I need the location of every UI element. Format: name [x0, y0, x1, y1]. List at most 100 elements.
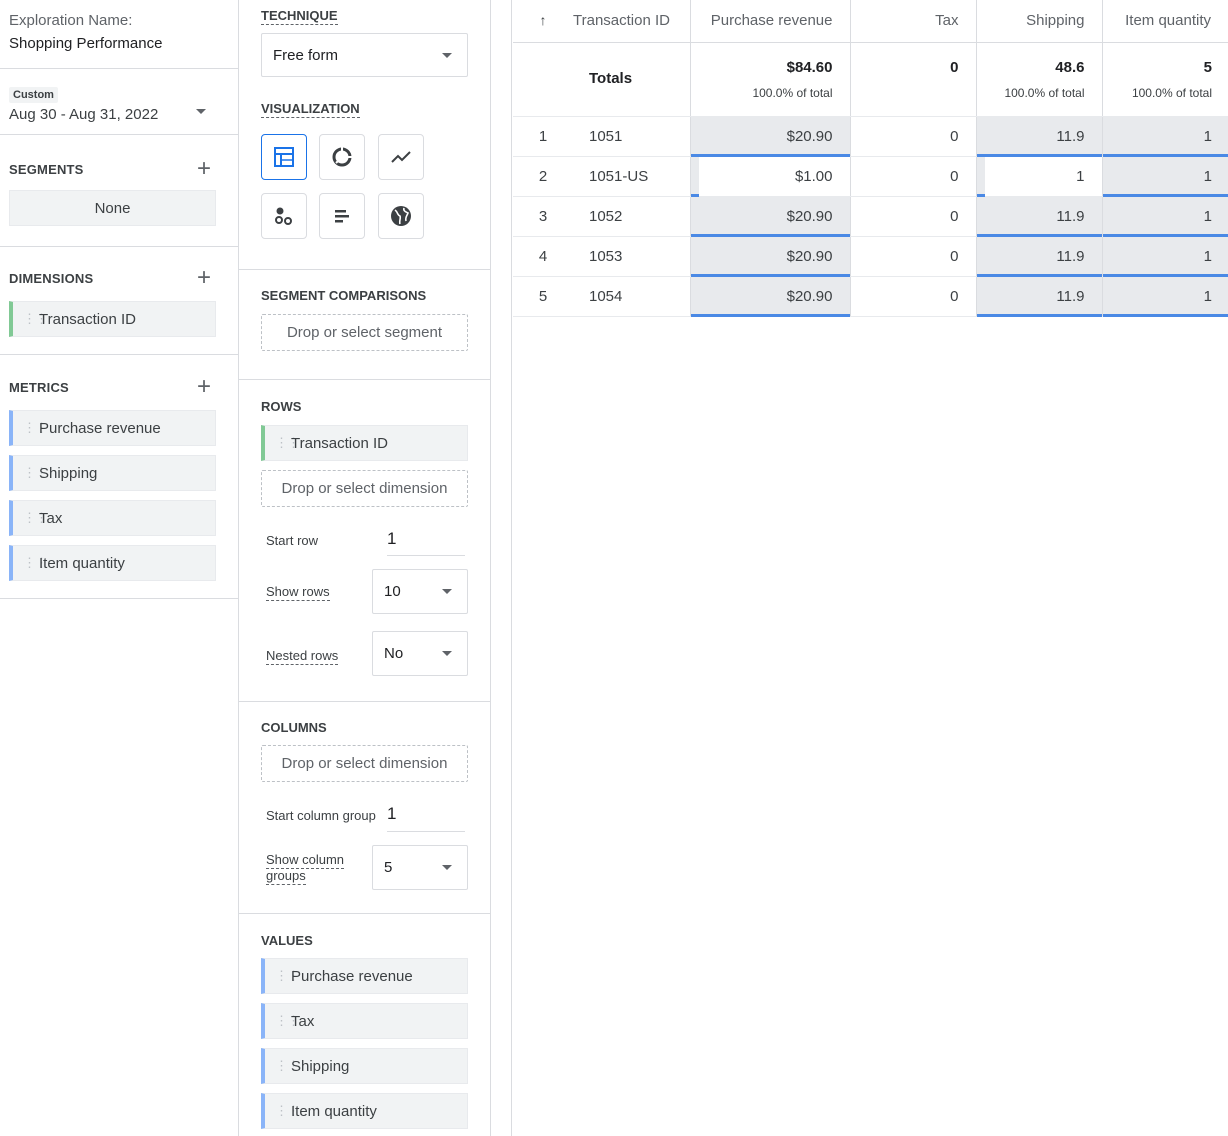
show-column-groups-select[interactable]: 5: [372, 845, 468, 890]
start-column-group-input[interactable]: 1: [387, 804, 465, 832]
drag-handle-icon[interactable]: ⋮⋮: [275, 436, 300, 449]
purchase-revenue-cell-text: $20.90: [786, 127, 833, 145]
divider: [239, 379, 490, 380]
date-range-picker[interactable]: Custom Aug 30 - Aug 31, 2022: [0, 69, 238, 135]
header-transaction-id[interactable]: Transaction ID: [573, 0, 690, 43]
value-chip-label: Item quantity: [291, 1102, 377, 1120]
chevron-down-icon[interactable]: [196, 109, 206, 114]
shipping-cell: 11.9: [975, 236, 1102, 277]
add-segment-icon[interactable]: +: [197, 157, 211, 181]
segment-drop-label: Drop or select segment: [286, 324, 443, 341]
drag-handle-icon[interactable]: ⋮⋮: [23, 466, 48, 479]
value-chip-shipping[interactable]: ⋮⋮ Shipping: [261, 1048, 468, 1084]
columns-drop-zone[interactable]: Drop or select dimension: [261, 745, 468, 782]
row-index-cell: 3: [513, 196, 573, 237]
table-icon: [274, 147, 294, 167]
rows-dimension-chip[interactable]: ⋮⋮ Transaction ID: [261, 425, 468, 461]
drag-handle-icon[interactable]: ⋮⋮: [275, 1059, 300, 1072]
purchase-revenue-cell: $20.90: [689, 116, 850, 157]
technique-title: TECHNIQUE: [261, 8, 338, 25]
drag-handle-icon[interactable]: ⋮⋮: [275, 1104, 300, 1117]
divider: [0, 598, 238, 599]
table-row[interactable]: 4 1053 $20.90 0 11.9 1: [513, 236, 1228, 277]
bar-underline: [1102, 313, 1228, 317]
drag-handle-icon[interactable]: ⋮⋮: [275, 1014, 300, 1027]
header-item-quantity[interactable]: Item quantity: [1101, 0, 1228, 43]
table-row[interactable]: 1 1051 $20.90 0 11.9 1: [513, 116, 1228, 157]
metric-chip-shipping[interactable]: ⋮⋮ Shipping: [9, 455, 216, 491]
start-row-input[interactable]: 1: [387, 529, 465, 556]
transaction-id-cell: 1053: [573, 236, 690, 277]
bar-viz-button[interactable]: [319, 193, 365, 239]
start-column-group-value: 1: [387, 804, 397, 823]
sort-header[interactable]: ↑: [513, 0, 573, 43]
bar-underline: [690, 313, 850, 317]
metric-chip-label: Shipping: [39, 464, 98, 482]
metric-chip-item-quantity[interactable]: ⋮⋮ Item quantity: [9, 545, 216, 581]
value-chip-purchase-revenue[interactable]: ⋮⋮ Purchase revenue: [261, 958, 468, 994]
drag-handle-icon[interactable]: ⋮⋮: [23, 511, 48, 524]
table-row[interactable]: 3 1052 $20.90 0 11.9 1: [513, 196, 1228, 237]
table-row[interactable]: 5 1054 $20.90 0 11.9 1: [513, 276, 1228, 317]
metric-chip-purchase-revenue[interactable]: ⋮⋮ Purchase revenue: [9, 410, 216, 446]
nested-rows-select[interactable]: No: [372, 631, 468, 676]
shipping-cell-text: 11.9: [1056, 207, 1085, 225]
totals-tax: 0: [950, 58, 959, 76]
rows-dimension-label: Transaction ID: [291, 434, 388, 452]
transaction-id-cell: 1054: [573, 276, 690, 317]
geo-viz-button[interactable]: [378, 193, 424, 239]
dimension-chip-transaction-id[interactable]: ⋮⋮ Transaction ID: [9, 301, 216, 337]
show-rows-select[interactable]: 10: [372, 569, 468, 614]
segment-drop-zone[interactable]: Drop or select segment: [261, 314, 468, 351]
table-header-row: ↑ Transaction ID Purchase revenue Tax Sh…: [513, 0, 1228, 43]
value-chip-tax[interactable]: ⋮⋮ Tax: [261, 1003, 468, 1039]
columns-title: COLUMNS: [261, 720, 327, 735]
tax-cell: 0: [849, 196, 976, 237]
line-viz-button[interactable]: [378, 134, 424, 180]
add-dimension-icon[interactable]: +: [197, 266, 211, 290]
sort-ascending-icon[interactable]: ↑: [540, 12, 547, 28]
add-metric-icon[interactable]: +: [197, 375, 211, 399]
totals-idx-cell: [513, 42, 573, 117]
chevron-down-icon: [442, 651, 452, 656]
dimensions-section: DIMENSIONS +: [0, 264, 238, 292]
metric-chip-tax[interactable]: ⋮⋮ Tax: [9, 500, 216, 536]
donut-viz-button[interactable]: [319, 134, 365, 180]
show-column-groups-label-line1: Show column: [266, 852, 345, 869]
start-row-value: 1: [387, 529, 397, 548]
drag-handle-icon[interactable]: ⋮⋮: [23, 556, 48, 569]
row-index-cell-text: 5: [538, 287, 548, 305]
segments-title: SEGMENTS: [9, 161, 84, 177]
table-row[interactable]: 2 1051-US $1.00 0 1 1: [513, 156, 1228, 197]
scatter-viz-button[interactable]: [261, 193, 307, 239]
report-canvas: ↑ Transaction ID Purchase revenue Tax Sh…: [491, 0, 1228, 1136]
variables-panel: Exploration Name: Shopping Performance C…: [0, 0, 238, 1136]
drag-handle-icon[interactable]: ⋮⋮: [275, 969, 300, 982]
transaction-id-cell-text: 1051-US: [589, 167, 649, 185]
geo-map-icon: [391, 206, 411, 226]
exploration-name-input[interactable]: Shopping Performance: [9, 35, 229, 53]
table-viz-button[interactable]: [261, 134, 307, 180]
drag-handle-icon[interactable]: ⋮⋮: [23, 312, 48, 325]
rows-drop-zone[interactable]: Drop or select dimension: [261, 470, 468, 507]
purchase-revenue-cell: $20.90: [689, 196, 850, 237]
header-shipping[interactable]: Shipping: [975, 0, 1102, 43]
drag-handle-icon[interactable]: ⋮⋮: [23, 421, 48, 434]
totals-revenue: $84.60: [786, 58, 833, 76]
chevron-down-icon: [442, 865, 452, 870]
show-rows-label: Show rows: [266, 584, 330, 601]
tax-cell-text: 0: [950, 167, 959, 185]
item-quantity-cell: 1: [1101, 196, 1228, 237]
technique-select[interactable]: Free form: [261, 33, 468, 77]
value-chip-item-quantity[interactable]: ⋮⋮ Item quantity: [261, 1093, 468, 1129]
date-custom-badge: Custom: [9, 87, 58, 103]
segment-none-chip: None: [9, 190, 216, 226]
show-column-groups-value: 5: [384, 859, 393, 876]
header-tax[interactable]: Tax: [849, 0, 976, 43]
header-purchase-revenue[interactable]: Purchase revenue: [689, 0, 850, 43]
item-quantity-cell-text: 1: [1203, 207, 1212, 225]
totals-revenue-pct: 100.0% of total: [752, 85, 833, 100]
row-index-cell: 5: [513, 276, 573, 317]
bar-fill: [690, 156, 699, 195]
rows-drop-label: Drop or select dimension: [281, 480, 448, 497]
